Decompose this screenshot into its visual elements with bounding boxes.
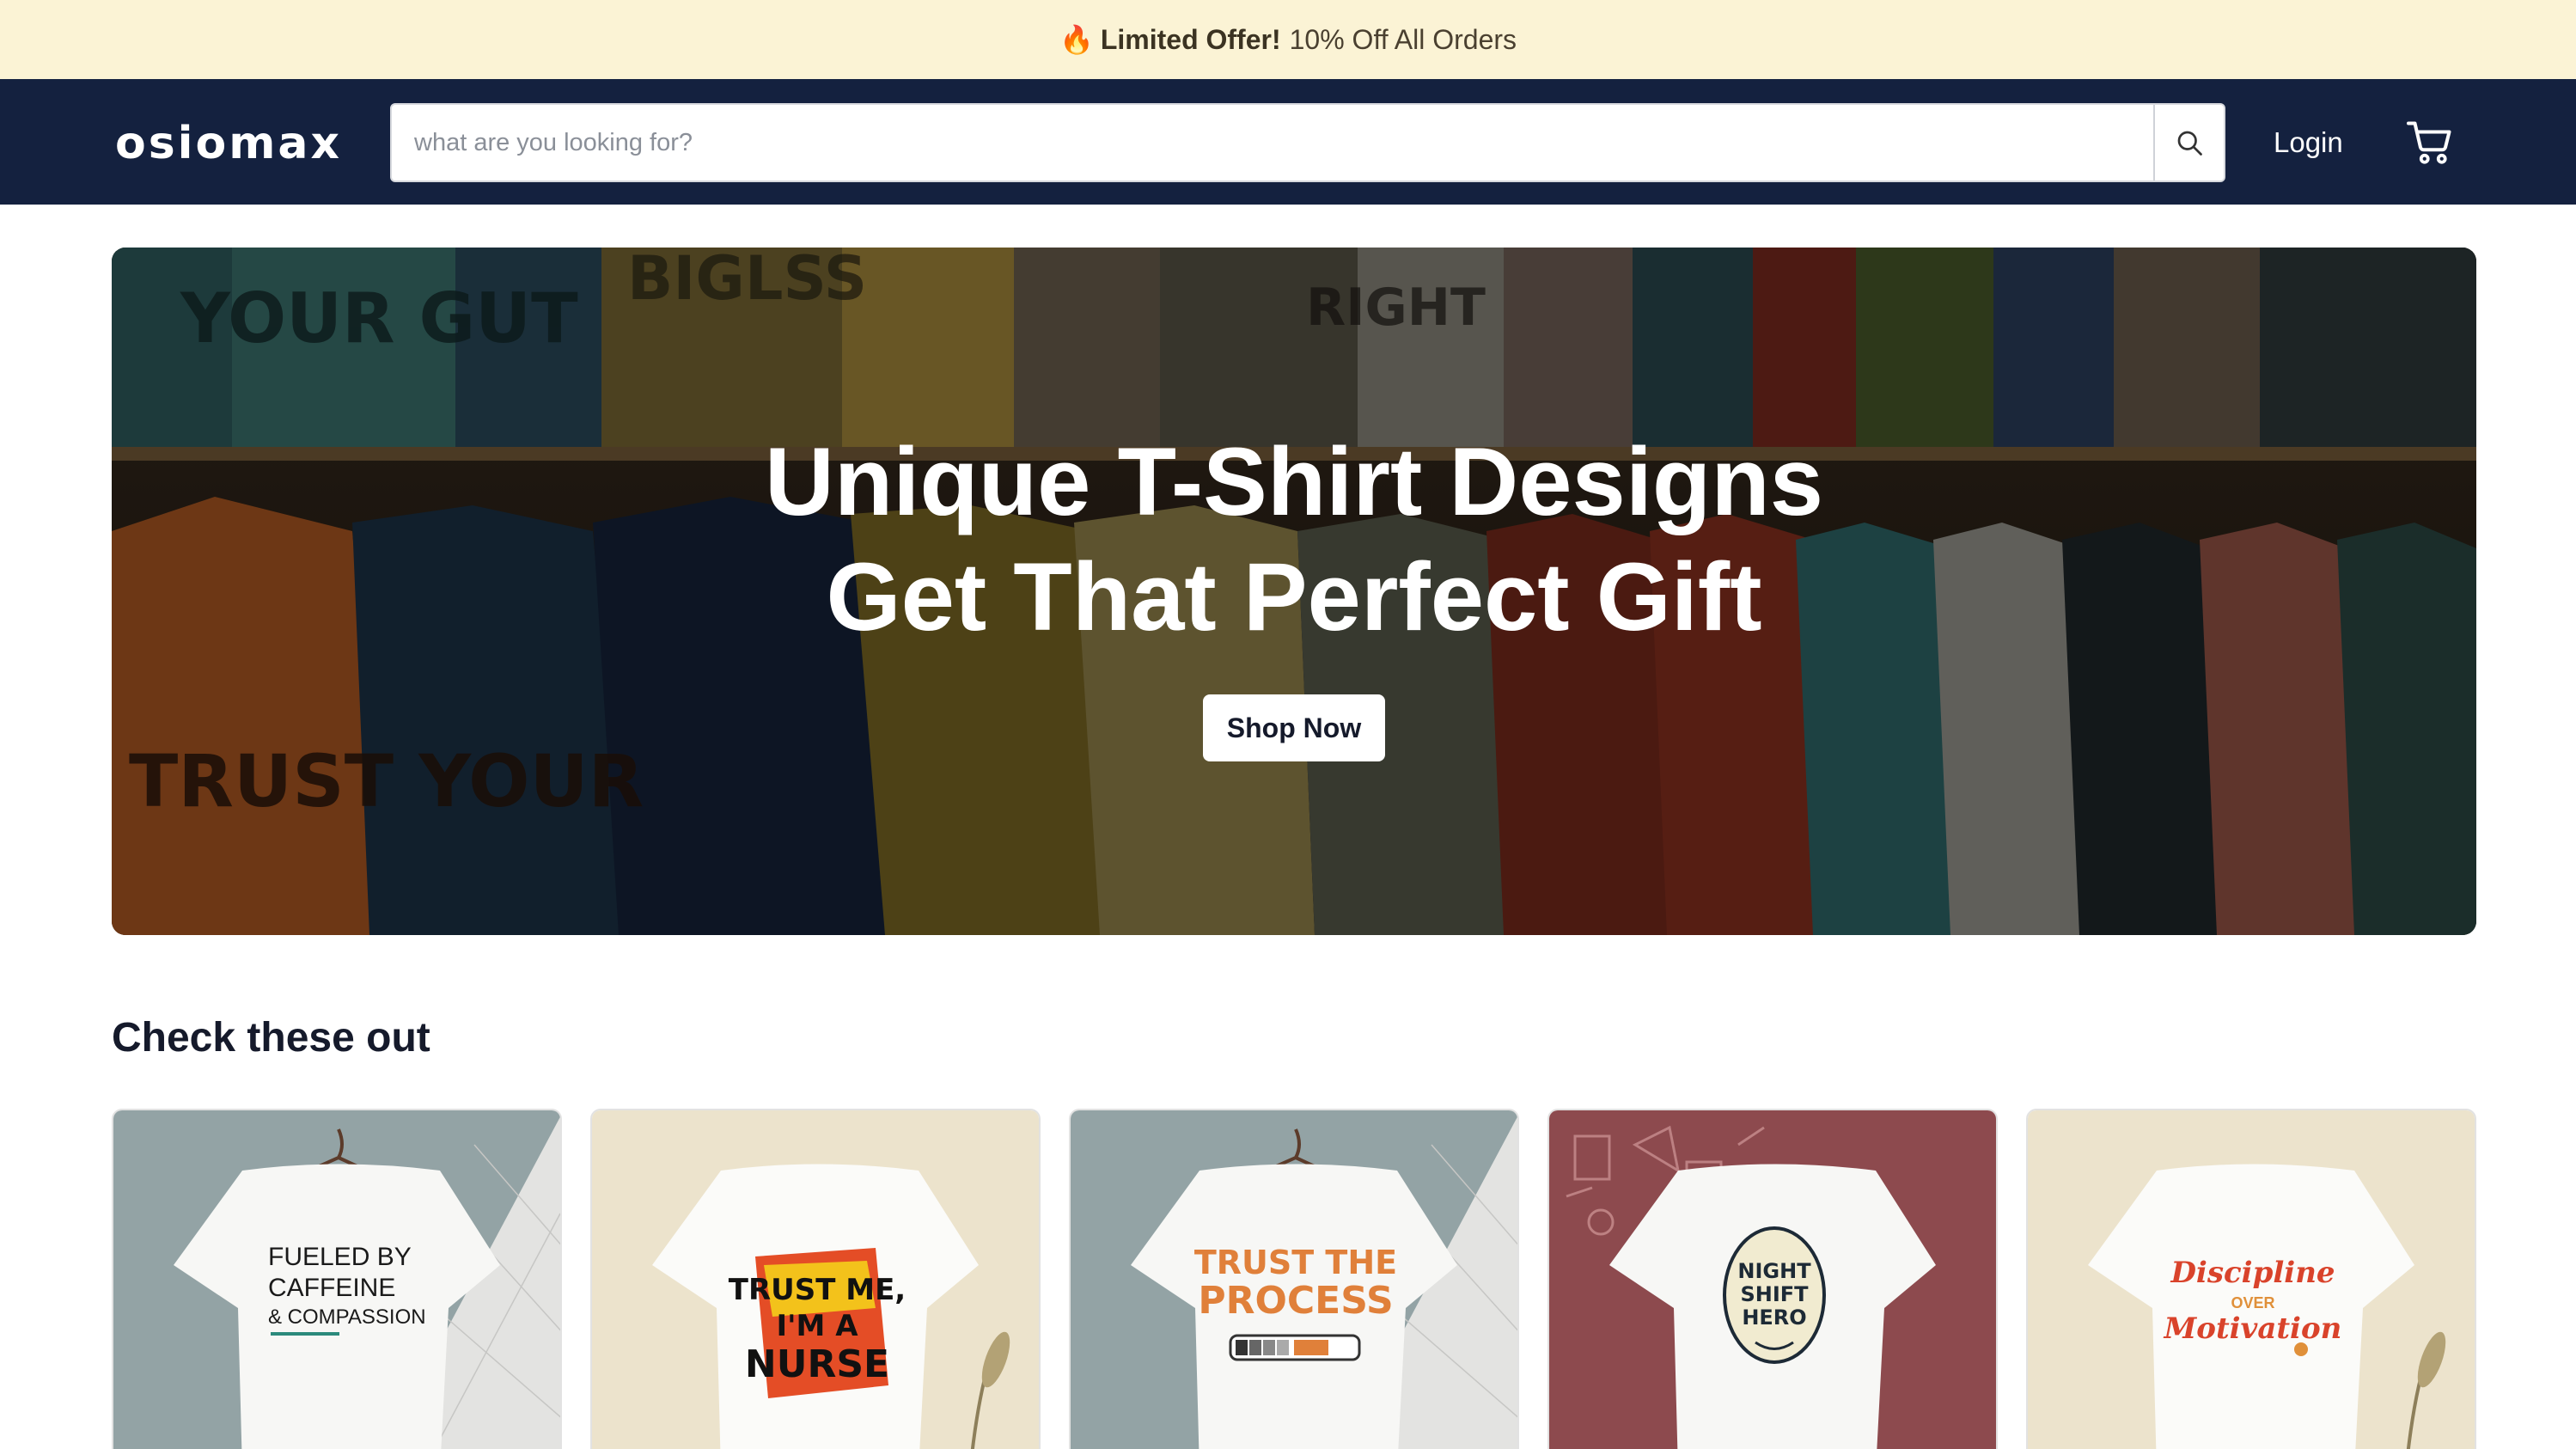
svg-text:NIGHT: NIGHT <box>1737 1259 1811 1283</box>
product-card[interactable]: NIGHT SHIFT HERO <box>1547 1109 1998 1449</box>
svg-text:TRUST ME,: TRUST ME, <box>729 1273 906 1307</box>
search-button[interactable] <box>2153 105 2224 180</box>
product-card[interactable]: FUELED BY CAFFEINE & COMPASSION <box>112 1109 562 1449</box>
search-input[interactable] <box>392 105 2153 180</box>
svg-text:osiomax: osiomax <box>115 118 342 168</box>
shop-now-button[interactable]: Shop Now <box>1203 694 1385 761</box>
svg-text:FUELED BY: FUELED BY <box>268 1243 412 1271</box>
hero-title-line2: Get That Perfect Gift <box>826 543 1762 651</box>
product-image: TRUST THE PROCESS <box>1071 1110 1517 1449</box>
promo-highlight: Limited Offer! <box>1100 23 1281 55</box>
svg-text:OVER: OVER <box>2231 1294 2274 1311</box>
section-title: Check these out <box>112 1015 430 1061</box>
hero-banner: YOUR GUT BIGLSS RIGHT TRUST YOUR Unique … <box>112 248 2476 935</box>
svg-text:HERO: HERO <box>1742 1305 1806 1330</box>
hero-title-line1: Unique T-Shirt Designs <box>764 428 1824 535</box>
product-image: TRUST ME, I'M A NURSE <box>592 1110 1039 1449</box>
logo-wordmark: osiomax <box>115 118 342 168</box>
product-image: Discipline OVER Motivation <box>2028 1110 2475 1449</box>
promo-banner: 🔥 Limited Offer! 10% Off All Orders <box>0 0 2576 79</box>
search-icon <box>2177 131 2202 156</box>
svg-text:I'M A: I'M A <box>776 1309 858 1343</box>
svg-text:& COMPASSION: & COMPASSION <box>268 1305 426 1329</box>
svg-text:NURSE: NURSE <box>745 1342 889 1386</box>
product-image: FUELED BY CAFFEINE & COMPASSION <box>113 1110 560 1449</box>
product-card[interactable]: Discipline OVER Motivation <box>2026 1109 2476 1449</box>
svg-text:PROCESS: PROCESS <box>1198 1279 1393 1323</box>
svg-text:Motivation: Motivation <box>2164 1311 2342 1346</box>
cart-button[interactable] <box>2399 112 2461 174</box>
search-bar <box>390 103 2225 182</box>
svg-text:TRUST THE: TRUST THE <box>1194 1244 1397 1281</box>
svg-text:Discipline: Discipline <box>2170 1256 2335 1290</box>
brand-logo[interactable]: osiomax <box>115 112 347 174</box>
svg-text:SHIFT: SHIFT <box>1740 1282 1809 1306</box>
svg-text:CAFFEINE: CAFFEINE <box>268 1274 395 1302</box>
product-card[interactable]: TRUST ME, I'M A NURSE <box>590 1109 1041 1449</box>
site-header: osiomax Login <box>0 79 2576 205</box>
product-grid: FUELED BY CAFFEINE & COMPASSION TRUST ME… <box>112 1109 2476 1449</box>
product-card[interactable]: TRUST THE PROCESS <box>1069 1109 1519 1449</box>
product-image: NIGHT SHIFT HERO <box>1549 1110 1996 1449</box>
promo-text: 10% Off All Orders <box>1289 23 1517 55</box>
login-link[interactable]: Login <box>2274 117 2343 168</box>
fire-icon: 🔥 <box>1059 24 1094 55</box>
cart-icon <box>2407 121 2451 164</box>
